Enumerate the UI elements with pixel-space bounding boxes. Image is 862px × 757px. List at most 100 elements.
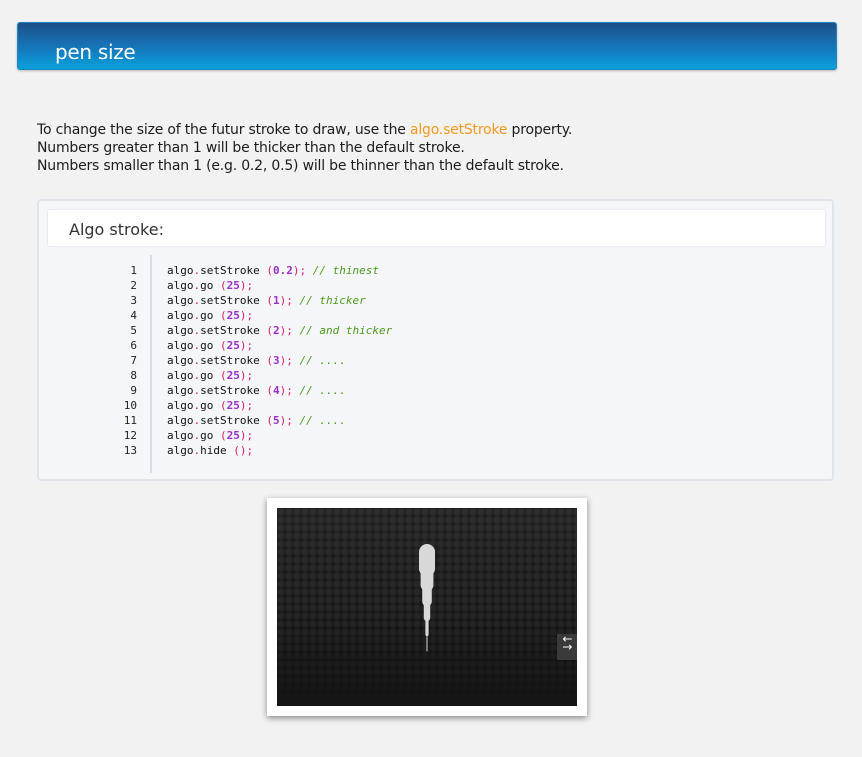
code-paren-open: ( [266, 324, 273, 337]
code-line: algo.setStroke (3); // .... [167, 353, 392, 368]
code-comment: // thinest [312, 264, 379, 277]
code-paren-open: ( [266, 414, 273, 427]
code-method: go [200, 429, 214, 442]
code-argument: 2 [272, 324, 280, 337]
code-argument: 25 [226, 369, 240, 382]
code-paren-close: ); [239, 339, 254, 352]
intro-line-3: Numbers smaller than 1 (e.g. 0.2, 0.5) w… [37, 158, 564, 174]
code-method: go [200, 369, 214, 382]
code-paren-close: ); [279, 324, 293, 337]
page-header: pen size [17, 22, 837, 70]
code-method: setStroke [200, 294, 260, 307]
code-paren-close: ); [279, 414, 293, 427]
gutter-divider [150, 255, 152, 473]
code-argument: 1 [272, 294, 280, 307]
code-argument: 3 [272, 354, 280, 367]
code-argument: 25 [226, 309, 240, 322]
line-number: 7 [130, 354, 137, 367]
line-number: 3 [130, 294, 137, 307]
code-line: algo.go (25); [167, 308, 392, 323]
line-number: 2 [130, 279, 137, 292]
code-line: algo.setStroke (0.2); // thinest [167, 263, 392, 278]
code-method: go [200, 309, 214, 322]
code-line: algo.go (25); [167, 278, 392, 293]
code-line: algo.setStroke (5); // .... [167, 413, 392, 428]
code-method: hide [200, 444, 227, 457]
code-paren-open: ( [233, 444, 240, 457]
line-number: 5 [130, 324, 137, 337]
code-comment: // .... [299, 354, 346, 367]
code-method: setStroke [200, 414, 260, 427]
code-argument: 25 [226, 429, 240, 442]
code-method: go [200, 279, 214, 292]
line-number: 11 [123, 414, 137, 427]
line-number: 6 [130, 339, 137, 352]
code-paren-open: ( [220, 339, 227, 352]
code-line: algo.setStroke (4); // .... [167, 383, 392, 398]
code-comment: // .... [299, 414, 346, 427]
code-method: setStroke [200, 264, 260, 277]
code-line: algo.setStroke (2); // and thicker [167, 323, 392, 338]
code-panel-header: Algo stroke: [47, 209, 826, 247]
code-method: setStroke [200, 324, 260, 337]
line-number-gutter: 1 2 3 4 5 6 7 8 9 10 11 12 13 [39, 263, 137, 458]
code-comment: // .... [299, 384, 346, 397]
collapse-expand-icon[interactable]: ↓↑ [557, 634, 577, 660]
code-panel: Algo stroke: 1 2 3 4 5 6 7 8 9 10 11 12 13 algo.setS… [37, 199, 834, 481]
code-paren-close: ); [279, 354, 293, 367]
code-comment: // thicker [299, 294, 366, 307]
code-paren-open: ( [266, 354, 273, 367]
code-object: algo [167, 399, 194, 412]
code-argument: 0.2 [272, 264, 293, 277]
code-argument: 5 [272, 414, 280, 427]
code-line: algo.go (25); [167, 398, 392, 413]
code-comment: // and thicker [299, 324, 393, 337]
code-line: algo.setStroke (1); // thicker [167, 293, 392, 308]
code-object: algo [167, 414, 194, 427]
code-listing[interactable]: algo.setStroke (0.2); // thinest algo.go … [167, 263, 392, 458]
code-method: go [200, 339, 214, 352]
code-object: algo [167, 294, 194, 307]
code-paren-close: ); [279, 294, 293, 307]
code-paren-close: ); [239, 279, 254, 292]
line-number: 1 [130, 264, 137, 277]
code-paren-open: ( [220, 309, 227, 322]
code-object: algo [167, 444, 194, 457]
page-title: pen size [55, 40, 136, 64]
line-number: 9 [130, 384, 137, 397]
code-paren-close: ); [239, 369, 254, 382]
code-argument: 4 [272, 384, 280, 397]
preview-frame: ↓↑ [267, 498, 587, 716]
intro-text: To change the size of the futur stroke t… [37, 121, 572, 175]
code-object: algo [167, 369, 194, 382]
code-object: algo [167, 339, 194, 352]
drawing-canvas: ↓↑ [277, 508, 577, 706]
code-argument: 25 [226, 399, 240, 412]
code-method: go [200, 399, 214, 412]
code-paren-open: ( [220, 369, 227, 382]
code-object: algo [167, 324, 194, 337]
code-method: setStroke [200, 354, 260, 367]
line-number: 12 [123, 429, 137, 442]
code-paren-open: ( [220, 399, 227, 412]
code-panel-title: Algo stroke: [69, 220, 164, 239]
drawn-stroke [419, 544, 435, 652]
code-object: algo [167, 279, 194, 292]
code-method: setStroke [200, 384, 260, 397]
code-argument: 25 [226, 339, 240, 352]
line-number: 13 [123, 444, 137, 457]
code-object: algo [167, 429, 194, 442]
intro-line-1-text: To change the size of the futur stroke t… [37, 122, 410, 138]
code-line: algo.hide (); [167, 443, 392, 458]
intro-line-1-end: property. [507, 122, 573, 138]
code-paren-close: ); [292, 264, 307, 277]
code-object: algo [167, 384, 194, 397]
code-object: algo [167, 354, 194, 367]
algo-setstroke-link[interactable]: algo.setStroke [410, 122, 508, 138]
